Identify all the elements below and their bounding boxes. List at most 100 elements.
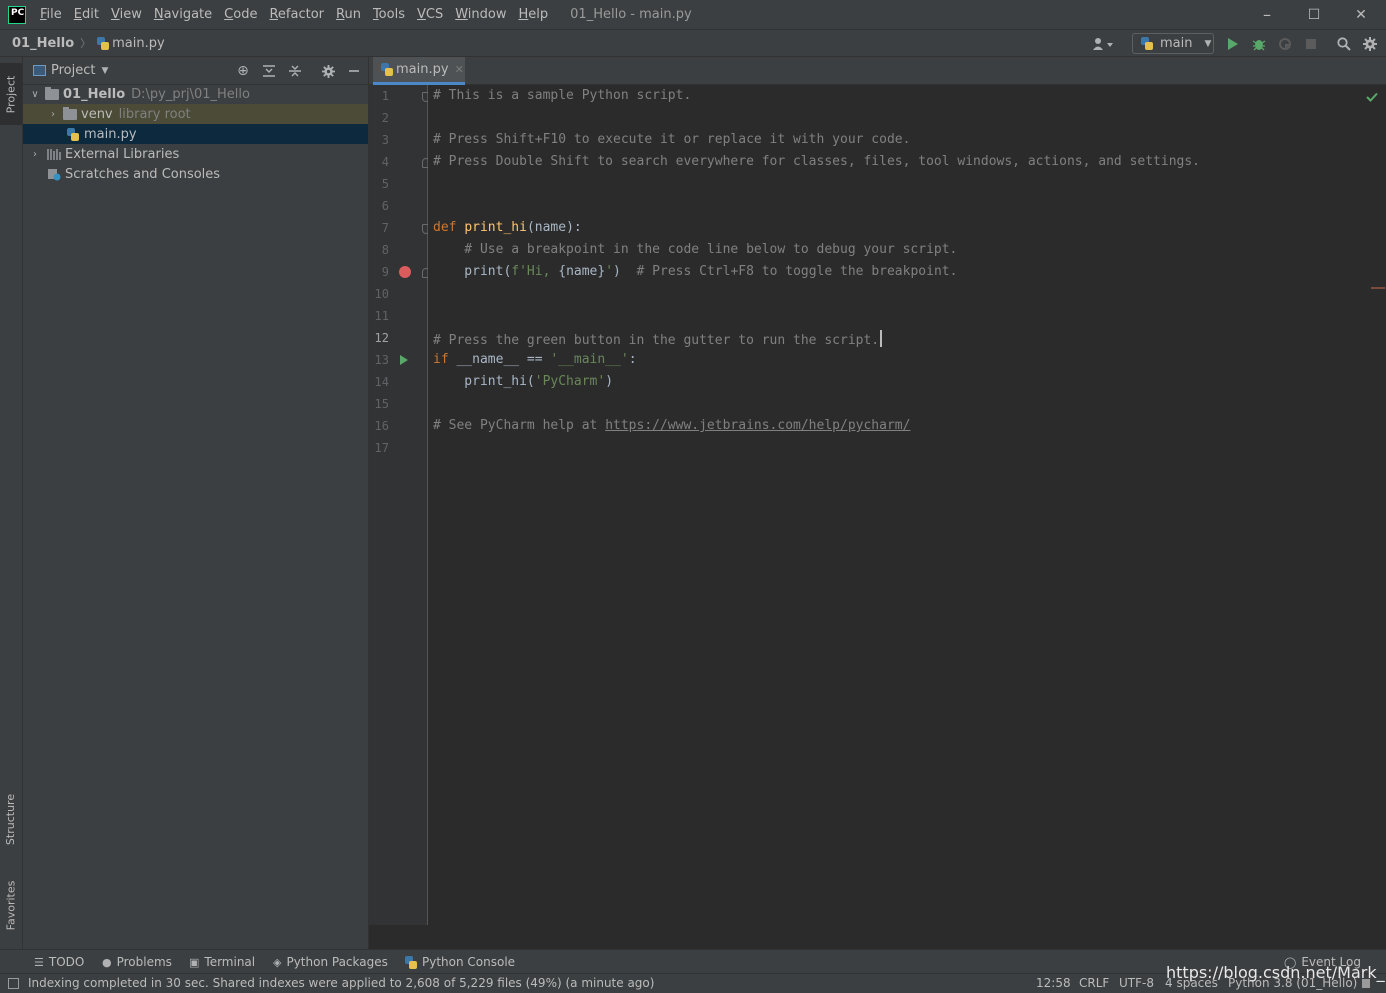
problems-tool-button[interactable]: ● Problems	[102, 950, 172, 974]
python-file-icon	[97, 36, 110, 50]
run-gutter-icon[interactable]	[399, 354, 409, 370]
close-button[interactable]: ✕	[1338, 0, 1384, 29]
file-encoding[interactable]: UTF-8	[1119, 974, 1154, 993]
tree-item-venv[interactable]: › venv library root	[23, 104, 368, 124]
code-line-13: if __name__ == '__main__':	[433, 349, 637, 371]
menu-run[interactable]: Run	[330, 0, 367, 29]
folder-icon	[45, 86, 59, 100]
error-stripe-marker[interactable]	[1371, 287, 1385, 289]
tree-item-external-libraries[interactable]: › External Libraries	[23, 144, 368, 164]
python-console-tool-button[interactable]: Python Console	[405, 950, 515, 974]
terminal-tool-button[interactable]: ▣ Terminal	[189, 950, 255, 974]
layers-icon: ◈	[273, 955, 282, 969]
search-icon[interactable]	[1334, 34, 1354, 54]
structure-tool-tab[interactable]: Structure	[0, 783, 22, 855]
chevron-down-icon[interactable]: ∨	[29, 89, 41, 100]
line-number: 17	[374, 441, 389, 455]
tree-item-project-root[interactable]: ∨ 01_Hello D:\py_prj\01_Hello	[23, 84, 368, 104]
editor-tab-bar: main.py ✕	[369, 57, 1386, 85]
coverage-button[interactable]	[1275, 34, 1295, 54]
todo-tool-button[interactable]: ☰ TODO	[34, 950, 84, 974]
code-token: )	[613, 264, 637, 279]
breadcrumb-project[interactable]: 01_Hello	[12, 36, 74, 51]
tree-item-label: venv	[81, 106, 113, 122]
python-file-icon	[381, 63, 393, 76]
menu-view[interactable]: View	[105, 0, 148, 29]
line-number: 9	[381, 265, 389, 279]
menu-vcs[interactable]: VCS	[411, 0, 449, 29]
help-link[interactable]: https://www.jetbrains.com/help/pycharm/	[605, 418, 910, 433]
settings-gear-icon[interactable]	[1360, 34, 1380, 54]
hide-panel-icon[interactable]	[345, 62, 363, 80]
inspection-ok-icon[interactable]	[1366, 91, 1378, 106]
chevron-down-icon[interactable]: ▼	[101, 66, 108, 76]
line-number: 11	[374, 309, 389, 323]
project-tool-tab[interactable]: Project	[0, 63, 22, 125]
line-number: 15	[374, 397, 389, 411]
locate-file-icon[interactable]: ⊕	[234, 62, 252, 80]
run-configuration-select[interactable]: main ▼	[1132, 33, 1214, 54]
menu-refactor[interactable]: Refactor	[263, 0, 330, 29]
python-file-icon	[67, 127, 79, 141]
collapse-all-icon[interactable]	[286, 62, 304, 80]
menu-window[interactable]: Window	[449, 0, 512, 29]
caret-position[interactable]: 12:58	[1036, 974, 1071, 993]
menu-help[interactable]: Help	[513, 0, 555, 29]
menu-edit[interactable]: Edit	[68, 0, 105, 29]
run-button[interactable]	[1223, 34, 1243, 54]
project-panel: Project ▼ ⊕ ∨ 01_Hello D:\py_prj\01_Hell…	[23, 57, 369, 949]
tree-item-scratches[interactable]: Scratches and Consoles	[23, 164, 368, 184]
libraries-icon	[47, 148, 61, 160]
favorites-tool-tab[interactable]: Favorites	[0, 869, 22, 941]
tree-item-label: Scratches and Consoles	[65, 166, 221, 182]
watermark-text: https://blog.csdn.net/Mark_md	[1166, 963, 1386, 982]
maximize-button[interactable]: ☐	[1291, 0, 1337, 29]
python-packages-tool-button[interactable]: ◈ Python Packages	[273, 950, 388, 974]
stop-button[interactable]	[1301, 34, 1321, 54]
tree-item-main-py[interactable]: main.py	[23, 124, 368, 144]
info-icon: ●	[102, 955, 112, 969]
code-line-1: # This is a sample Python script.	[433, 88, 692, 103]
status-message[interactable]: Indexing completed in 30 sec. Shared ind…	[28, 974, 654, 993]
code-editor[interactable]: # This is a sample Python script. # Pres…	[428, 85, 1386, 925]
code-line-14: print_hi('PyCharm')	[433, 371, 613, 393]
tree-item-label: 01_Hello	[63, 86, 126, 102]
chevron-right-icon[interactable]: ›	[47, 109, 59, 120]
gear-icon[interactable]	[319, 62, 337, 80]
code-token: )	[605, 374, 614, 389]
navigation-bar: 01_Hello 〉 main.py main ▼	[0, 29, 1386, 57]
toggle-tool-windows-icon[interactable]	[8, 978, 19, 989]
line-number: 8	[381, 243, 389, 257]
tree-item-hint: library root	[118, 106, 191, 122]
comment-token: # Press Ctrl+F8 to toggle the breakpoint…	[636, 264, 958, 279]
breadcrumb-file[interactable]: main.py	[97, 36, 165, 51]
line-separator[interactable]: CRLF	[1079, 974, 1109, 993]
keyword-token: if	[433, 352, 457, 367]
vcs-user-icon[interactable]	[1090, 34, 1116, 54]
tab-main-py[interactable]: main.py ✕	[373, 57, 465, 85]
close-tab-icon[interactable]: ✕	[455, 63, 464, 76]
line-number: 4	[381, 155, 389, 169]
menu-code[interactable]: Code	[218, 0, 263, 29]
line-number: 6	[381, 199, 389, 213]
menu-navigate[interactable]: Navigate	[148, 0, 218, 29]
minimize-button[interactable]: –	[1244, 0, 1290, 29]
code-token: (name):	[526, 220, 582, 235]
breakpoint-icon[interactable]	[399, 266, 411, 278]
favorites-tool-tab-label: Favorites	[4, 880, 18, 930]
editor-gutter[interactable]: 1 2 3 4 5 6 7 8 9 10 11 12 13 14 15 16 1…	[369, 85, 430, 925]
terminal-icon: ▣	[189, 955, 200, 969]
menu-bar: PC File Edit View Navigate Code Refactor…	[0, 0, 1386, 29]
line-number-active: 12	[374, 331, 389, 345]
line-number: 1	[381, 89, 389, 103]
scratches-icon	[47, 168, 61, 181]
menu-file[interactable]: File	[34, 0, 68, 29]
tool-label: TODO	[48, 955, 85, 969]
project-view-selector[interactable]: Project	[51, 63, 95, 78]
line-number: 16	[374, 419, 389, 433]
code-token: :	[628, 352, 637, 367]
debug-button[interactable]	[1249, 34, 1269, 54]
expand-all-icon[interactable]	[260, 62, 278, 80]
chevron-right-icon[interactable]: ›	[29, 149, 41, 160]
menu-tools[interactable]: Tools	[367, 0, 411, 29]
